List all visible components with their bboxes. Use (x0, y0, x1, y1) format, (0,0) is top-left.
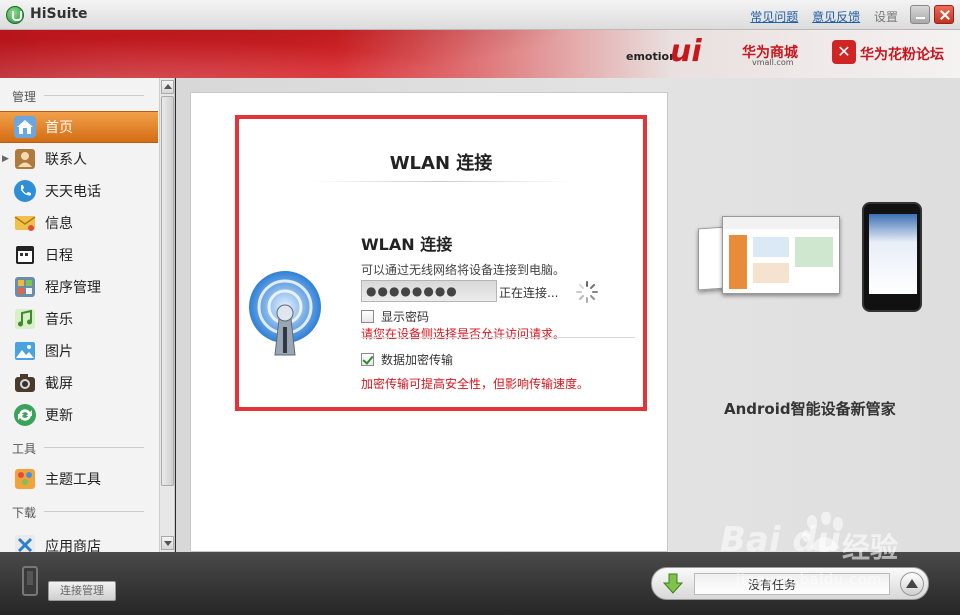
section-divider (44, 447, 144, 448)
banner-decoration (0, 30, 560, 78)
loading-spinner-icon (576, 281, 598, 303)
scroll-down-button[interactable] (161, 536, 174, 550)
music-icon (15, 309, 35, 329)
title-bar: HiSuite 常见问题 意见反馈 设置 (0, 0, 960, 30)
expand-caret-icon[interactable]: ▶ (2, 154, 9, 164)
watermark-url: jingyan.baidu.com (736, 572, 883, 588)
phone-screen (869, 214, 917, 294)
sidebar-item-label: 联系人 (45, 152, 87, 168)
promo-screenshot-front (722, 216, 840, 294)
show-password-checkbox[interactable] (361, 310, 374, 323)
encrypt-checkbox[interactable] (361, 353, 374, 366)
scroll-up-button[interactable] (161, 80, 174, 94)
sidebar-item-messages[interactable]: 信息 (0, 207, 158, 239)
apps-icon (15, 277, 35, 297)
encrypt-note: 加密传输可提高安全性，但影响传输速度。 (361, 377, 590, 391)
sidebar-item-calendar[interactable]: 日程 (0, 239, 158, 271)
sidebar-item-update[interactable]: 更新 (0, 399, 158, 431)
sidebar-item-label: 更新 (45, 408, 73, 424)
sidebar: 管理 首页 ▶ 联系人 天天电话 信息 日程 程序管理 音乐 图片 截屏 更新 (0, 78, 175, 552)
sidebar-item-contacts[interactable]: ▶ 联系人 (0, 143, 158, 175)
sidebar-item-pictures[interactable]: 图片 (0, 335, 158, 367)
scroll-thumb[interactable] (161, 96, 174, 486)
connecting-status: 正在连接... (499, 286, 559, 300)
highlight-frame: WLAN 连接 WLAN 连接 可以通过无线网络将设备连接到电脑。 ●●●●●●… (235, 115, 647, 411)
wifi-antenna-icon (249, 271, 321, 356)
feedback-link[interactable]: 意见反馈 (812, 10, 860, 24)
fans-forum-icon[interactable]: ✕ (832, 40, 856, 64)
dialog-title: WLAN 连接 (389, 153, 493, 174)
sidebar-item-label: 程序管理 (45, 280, 101, 296)
fans-forum-logo[interactable]: 华为花粉论坛 (860, 44, 944, 64)
permission-warning: 请您在设备侧选择是否允许访问请求。 (361, 327, 566, 341)
sidebar-item-label: 首页 (45, 120, 73, 136)
wlan-panel: WLAN 连接 WLAN 连接 可以通过无线网络将设备连接到电脑。 ●●●●●●… (190, 92, 668, 552)
faq-link[interactable]: 常见问题 (750, 10, 798, 24)
section-download: 下载 (12, 506, 37, 520)
theme-icon (15, 469, 35, 489)
encrypt-label: 数据加密传输 (381, 353, 454, 367)
settings-link[interactable]: 设置 (874, 10, 898, 24)
section-tools: 工具 (12, 442, 37, 456)
camera-icon (15, 374, 35, 392)
hisuite-logo-icon (6, 6, 24, 24)
calendar-icon (16, 246, 34, 264)
section-divider (44, 95, 144, 96)
password-field[interactable]: ●●●●●●●● (361, 280, 497, 302)
sidebar-item-apps[interactable]: 程序管理 (0, 271, 158, 303)
home-icon (14, 116, 36, 138)
section-divider (44, 511, 144, 512)
brand-banner (0, 30, 960, 78)
emotion-ui-logo[interactable]: ui (670, 34, 702, 69)
sidebar-item-label: 天天电话 (45, 184, 101, 200)
connection-manage-button[interactable]: 连接管理 (48, 581, 116, 601)
sidebar-item-label: 主题工具 (45, 472, 101, 488)
sidebar-item-label: 图片 (45, 344, 73, 360)
show-password-label: 显示密码 (381, 310, 430, 324)
sidebar-item-label: 日程 (45, 248, 73, 264)
content-title: WLAN 连接 (361, 235, 453, 254)
section-manage: 管理 (12, 90, 37, 104)
close-button[interactable] (934, 5, 954, 24)
app-title: HiSuite (30, 6, 88, 22)
sidebar-scrollbar[interactable] (159, 78, 174, 552)
expand-tasks-button[interactable] (900, 572, 924, 596)
device-icon (22, 566, 38, 596)
sidebar-item-theme[interactable]: 主题工具 (0, 463, 158, 495)
phone-icon (14, 180, 36, 202)
sidebar-item-home[interactable]: 首页 (0, 111, 158, 143)
picture-icon (15, 342, 35, 360)
contacts-icon (15, 149, 35, 169)
content-description: 可以通过无线网络将设备连接到电脑。 (361, 263, 566, 277)
sidebar-item-screenshot[interactable]: 截屏 (0, 367, 158, 399)
vmall-domain: vmall.com (752, 58, 794, 67)
store-icon (15, 535, 35, 552)
promo-caption: Android智能设备新管家 (724, 400, 896, 418)
message-icon (14, 216, 36, 231)
main-content: WLAN 连接 WLAN 连接 可以通过无线网络将设备连接到电脑。 ●●●●●●… (176, 78, 960, 552)
sidebar-item-music[interactable]: 音乐 (0, 303, 158, 335)
download-arrow-icon (662, 573, 684, 594)
update-icon (14, 404, 36, 426)
sidebar-item-store[interactable]: 应用商店 (0, 527, 158, 552)
title-separator (309, 181, 574, 182)
sidebar-item-label: 应用商店 (45, 539, 101, 552)
sidebar-item-label: 截屏 (45, 376, 73, 392)
sidebar-item-label: 音乐 (45, 312, 73, 328)
minimize-button[interactable] (910, 5, 930, 24)
promo-phone-image (862, 202, 922, 312)
options-divider (361, 337, 635, 338)
sidebar-item-label: 信息 (45, 216, 73, 232)
baidu-jingyan-watermark: 经验 (842, 531, 899, 564)
top-links: 常见问题 意见反馈 设置 (750, 8, 898, 25)
sidebar-item-phone[interactable]: 天天电话 (0, 175, 158, 207)
